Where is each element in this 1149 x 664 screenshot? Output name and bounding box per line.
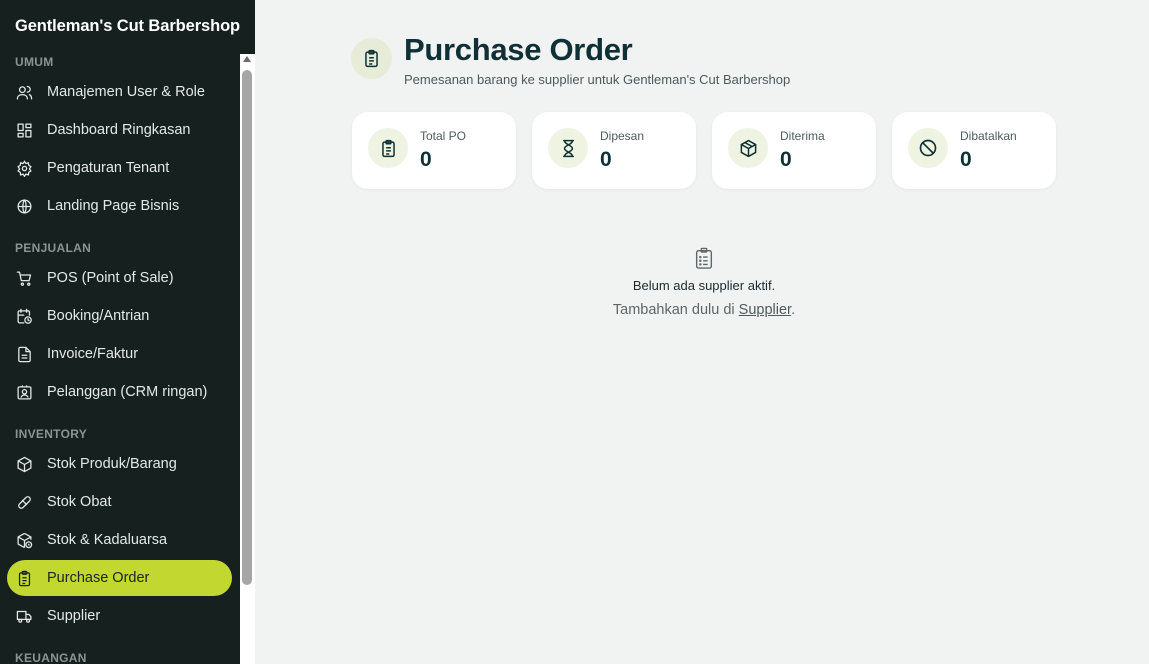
- section-penjualan: PENJUALAN: [15, 241, 92, 255]
- clipboard-list-icon: [365, 49, 378, 68]
- contact-card-icon: [15, 383, 33, 401]
- section-keuangan: KEUANGAN: [15, 651, 87, 664]
- stat-card-dibatalkan: Dibatalkan 0: [892, 112, 1056, 189]
- stat-card-dipesan: Dipesan 0: [532, 112, 696, 189]
- sidebar-item-stok-produk[interactable]: Stok Produk/Barang: [7, 446, 232, 482]
- sidebar-item-stok-kadaluarsa[interactable]: Stok & Kadaluarsa: [7, 522, 232, 558]
- sidebar-item-dashboard[interactable]: Dashboard Ringkasan: [7, 112, 232, 148]
- clipboard-list-icon: [695, 247, 713, 269]
- page-title: Purchase Order: [404, 32, 633, 67]
- sidebar-item-invoice[interactable]: Invoice/Faktur: [7, 336, 232, 372]
- sidebar-item-label: Supplier: [47, 608, 101, 624]
- sidebar: Gentleman's Cut Barbershop UMUM Manajeme…: [0, 0, 255, 664]
- brand-title: Gentleman's Cut Barbershop: [15, 17, 241, 35]
- document-icon: [15, 345, 33, 363]
- sidebar-item-pengaturan-tenant[interactable]: Pengaturan Tenant: [7, 150, 232, 186]
- globe-icon: [15, 197, 33, 215]
- sidebar-item-landing-page[interactable]: Landing Page Bisnis: [7, 188, 232, 224]
- sidebar-item-label: Pelanggan (CRM ringan): [47, 384, 208, 400]
- sidebar-item-label: Stok & Kadaluarsa: [47, 532, 168, 548]
- sidebar-item-stok-obat[interactable]: Stok Obat: [7, 484, 232, 520]
- empty-state-prefix: Tambahkan dulu di: [612, 302, 739, 318]
- sidebar-item-label: Booking/Antrian: [47, 308, 150, 324]
- stat-value: 0: [600, 148, 612, 171]
- scroll-up-arrow-icon[interactable]: [243, 56, 251, 62]
- supplier-link[interactable]: Supplier: [739, 302, 791, 318]
- truck-icon: [15, 607, 33, 625]
- section-inventory: INVENTORY: [15, 427, 88, 441]
- box-clock-icon: [15, 531, 33, 549]
- sidebar-item-label: Manajemen User & Role: [47, 84, 205, 100]
- calendar-clock-icon: [15, 307, 33, 325]
- sidebar-item-label: Dashboard Ringkasan: [47, 122, 191, 138]
- sidebar-item-pos[interactable]: POS (Point of Sale): [7, 260, 232, 296]
- sidebar-nav: UMUM Manajemen User & Role Dashboard Rin…: [0, 48, 240, 664]
- sidebar-item-manajemen-user[interactable]: Manajemen User & Role: [7, 74, 232, 110]
- dashboard-grid-icon: [15, 121, 33, 139]
- gear-icon: [15, 159, 33, 177]
- hourglass-icon: [548, 128, 588, 168]
- package-icon: [728, 128, 768, 168]
- sidebar-item-supplier[interactable]: Supplier: [7, 598, 232, 634]
- stat-value: 0: [420, 148, 432, 171]
- cart-icon: [15, 269, 33, 287]
- sidebar-item-booking[interactable]: Booking/Antrian: [7, 298, 232, 334]
- page-subtitle: Pemesanan barang ke supplier untuk Gentl…: [404, 72, 791, 87]
- stat-value: 0: [960, 148, 972, 171]
- sidebar-item-label: Stok Produk/Barang: [47, 456, 177, 472]
- clipboard-list-icon: [368, 128, 408, 168]
- ban-icon: [908, 128, 948, 168]
- sidebar-item-label: Pengaturan Tenant: [47, 160, 170, 176]
- sidebar-item-label: POS (Point of Sale): [47, 270, 174, 286]
- box-icon: [15, 455, 33, 473]
- sidebar-scroll-thumb[interactable]: [242, 70, 252, 585]
- sidebar-item-label: Invoice/Faktur: [47, 346, 139, 362]
- stat-label: Dipesan: [600, 129, 645, 143]
- empty-state-suffix: .: [791, 302, 796, 318]
- stat-label: Dibatalkan: [960, 129, 1017, 143]
- empty-state-title: Belum ada supplier aktif.: [632, 278, 776, 293]
- sidebar-item-label: Landing Page Bisnis: [47, 198, 180, 214]
- sidebar-item-purchase-order[interactable]: Purchase Order: [7, 560, 232, 596]
- users-icon: [15, 83, 33, 101]
- empty-state-message: Tambahkan dulu di Supplier.: [504, 302, 904, 318]
- page-header-icon: [351, 38, 392, 79]
- sidebar-item-label: Stok Obat: [47, 494, 112, 510]
- stat-label: Total PO: [420, 129, 467, 143]
- stat-label: Diterima: [780, 129, 825, 143]
- stat-card-total-po: Total PO 0: [352, 112, 516, 189]
- sidebar-item-label: Purchase Order: [47, 570, 150, 586]
- pill-icon: [15, 493, 33, 511]
- section-umum: UMUM: [15, 55, 54, 69]
- sidebar-item-pelanggan[interactable]: Pelanggan (CRM ringan): [7, 374, 232, 410]
- clipboard-list-icon: [15, 569, 33, 587]
- stat-value: 0: [780, 148, 792, 171]
- stat-card-diterima: Diterima 0: [712, 112, 876, 189]
